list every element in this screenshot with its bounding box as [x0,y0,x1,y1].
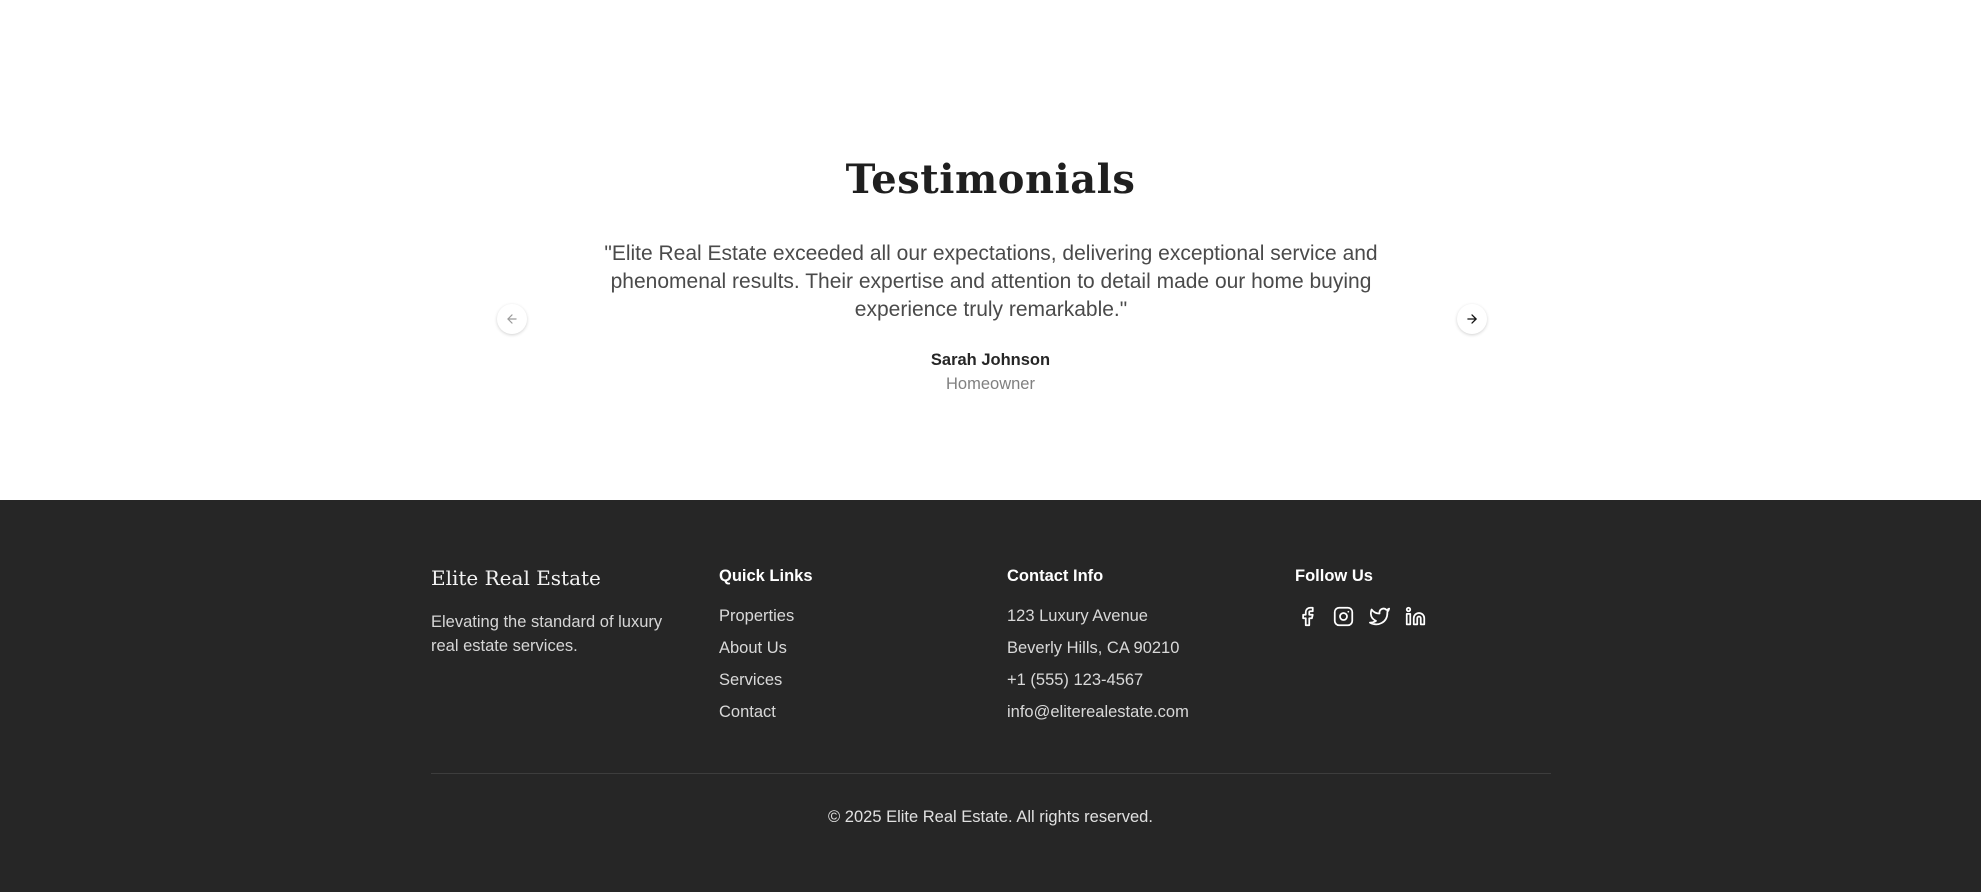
contact-email: info@eliterealestate.com [1007,703,1189,721]
quick-link-properties-text[interactable]: Properties [719,607,794,625]
quick-link-properties[interactable]: Properties [719,606,794,638]
testimonial-role: Homeowner [946,375,1035,393]
arrow-right-icon [1467,314,1477,324]
instagram-link[interactable] [1331,604,1356,629]
follow-us-heading: Follow Us [1295,567,1373,585]
contact-address-line1: 123 Luxury Avenue [1007,607,1148,625]
quick-links-list: Properties About Us Services Contact [719,606,794,734]
instagram-icon [1333,606,1354,627]
quick-link-services-text[interactable]: Services [719,671,782,689]
facebook-link[interactable] [1295,604,1320,629]
testimonial-author: Sarah Johnson [930,351,1051,369]
linkedin-icon [1405,606,1426,626]
quick-links-heading: Quick Links [719,567,813,585]
copyright-text: © 2025 Elite Real Estate. All rights res… [828,808,1153,826]
contact-phone: +1 (555) 123-4567 [1007,671,1144,689]
section-title: Testimonials [845,156,1136,203]
quick-link-contact[interactable]: Contact [719,702,794,734]
footer-brand-description: Elevating the standard of luxury real es… [431,613,663,655]
facebook-icon [1302,606,1314,627]
quick-link-contact-text[interactable]: Contact [719,703,776,721]
contact-info-heading: Contact Info [1007,567,1104,585]
testimonial-quote: "Elite Real Estate exceeded all our expe… [604,242,1378,321]
twitter-link[interactable] [1367,604,1392,629]
next-testimonial-button[interactable] [1457,304,1487,334]
social-links [1295,604,1428,629]
site-footer: Elite Real Estate Elevating the standard… [0,500,1981,892]
arrow-left-icon [507,314,517,324]
linkedin-link[interactable] [1403,604,1428,629]
contact-address-line2: Beverly Hills, CA 90210 [1007,639,1180,657]
twitter-icon [1369,607,1390,626]
quick-link-about-text[interactable]: About Us [719,639,787,657]
testimonials-section: Testimonials "Elite Real Estate exceeded… [0,0,1981,500]
footer-divider [431,773,1551,774]
contact-info-list: 123 Luxury Avenue Beverly Hills, CA 9021… [1007,606,1189,734]
quick-link-services[interactable]: Services [719,670,794,702]
footer-brand-title: Elite Real Estate [431,566,601,590]
prev-testimonial-button[interactable] [497,304,527,334]
quick-link-about[interactable]: About Us [719,638,794,670]
